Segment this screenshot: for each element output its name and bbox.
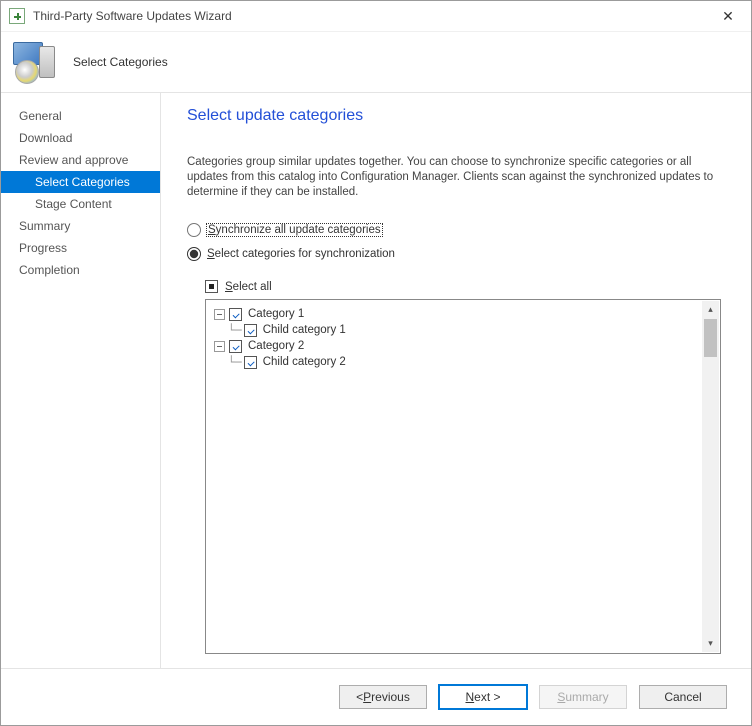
nav-item-completion[interactable]: Completion bbox=[1, 259, 160, 281]
collapse-icon[interactable] bbox=[214, 309, 225, 320]
step-title: Select Categories bbox=[73, 55, 168, 69]
scroll-down-icon[interactable]: ▾ bbox=[702, 635, 719, 652]
radio-sync-all-input[interactable] bbox=[187, 223, 201, 237]
app-sysmenu-icon[interactable] bbox=[9, 8, 25, 24]
cancel-button[interactable]: Cancel bbox=[639, 685, 727, 709]
select-all-checkbox[interactable] bbox=[205, 280, 218, 293]
page-heading: Select update categories bbox=[187, 107, 721, 125]
scroll-up-icon[interactable]: ▴ bbox=[702, 301, 719, 318]
nav-item-general[interactable]: General bbox=[1, 105, 160, 127]
tree-label: Category 1 bbox=[248, 308, 304, 320]
category-tree: Category 1 └─ Child category 1 Category … bbox=[205, 299, 721, 654]
select-all-rest: elect all bbox=[233, 281, 272, 293]
radio-sync-all-ak: S bbox=[208, 224, 216, 236]
previous-button[interactable]: < Previous bbox=[339, 685, 427, 709]
tree-checkbox[interactable] bbox=[229, 340, 242, 353]
radio-sync-all-rest: ynchronize all update categories bbox=[216, 224, 381, 236]
summary-button: Summary bbox=[539, 685, 627, 709]
window-title: Third-Party Software Updates Wizard bbox=[33, 9, 705, 23]
page-description: Categories group similar updates togethe… bbox=[187, 155, 721, 200]
nav-item-summary[interactable]: Summary bbox=[1, 215, 160, 237]
wizard-footer: < Previous Next > Summary Cancel bbox=[1, 668, 751, 725]
tree-label: Child category 1 bbox=[263, 324, 346, 336]
tree-label: Category 2 bbox=[248, 340, 304, 352]
scroll-thumb[interactable] bbox=[704, 319, 717, 357]
tree-row[interactable]: Category 1 bbox=[214, 306, 718, 322]
wizard-window: Third-Party Software Updates Wizard ✕ Se… bbox=[0, 0, 752, 726]
tree-checkbox[interactable] bbox=[244, 356, 257, 369]
next-button[interactable]: Next > bbox=[439, 685, 527, 709]
nav-item-progress[interactable]: Progress bbox=[1, 237, 160, 259]
select-all-ak: S bbox=[225, 281, 233, 293]
collapse-icon[interactable] bbox=[214, 341, 225, 352]
wizard-body: General Download Review and approve Sele… bbox=[1, 93, 751, 668]
content-pane: Select update categories Categories grou… bbox=[161, 93, 751, 668]
radio-select-categories-input[interactable] bbox=[187, 247, 201, 261]
wizard-header: Select Categories bbox=[1, 32, 751, 93]
radio-select-categories[interactable]: Select categories for synchronization bbox=[187, 247, 721, 261]
nav-item-review-approve[interactable]: Review and approve bbox=[1, 149, 160, 171]
update-wizard-icon bbox=[13, 42, 59, 82]
close-icon[interactable]: ✕ bbox=[705, 1, 751, 31]
nav-item-select-categories[interactable]: Select Categories bbox=[1, 171, 160, 193]
tree-checkbox[interactable] bbox=[229, 308, 242, 321]
nav-sidebar: General Download Review and approve Sele… bbox=[1, 93, 161, 668]
tree-row[interactable]: └─ Child category 2 bbox=[214, 354, 718, 370]
radio-select-categories-ak: S bbox=[207, 248, 215, 260]
tree-row[interactable]: Category 2 bbox=[214, 338, 718, 354]
titlebar: Third-Party Software Updates Wizard ✕ bbox=[1, 1, 751, 32]
nav-item-download[interactable]: Download bbox=[1, 127, 160, 149]
tree-row[interactable]: └─ Child category 1 bbox=[214, 322, 718, 338]
nav-item-stage-content[interactable]: Stage Content bbox=[1, 193, 160, 215]
radio-sync-all[interactable]: Synchronize all update categories bbox=[187, 223, 721, 237]
tree-checkbox[interactable] bbox=[244, 324, 257, 337]
select-all-row[interactable]: Select all bbox=[205, 280, 721, 293]
radio-select-categories-rest: elect categories for synchronization bbox=[215, 248, 395, 260]
tree-scrollbar[interactable]: ▴ ▾ bbox=[702, 301, 719, 652]
tree-label: Child category 2 bbox=[263, 356, 346, 368]
